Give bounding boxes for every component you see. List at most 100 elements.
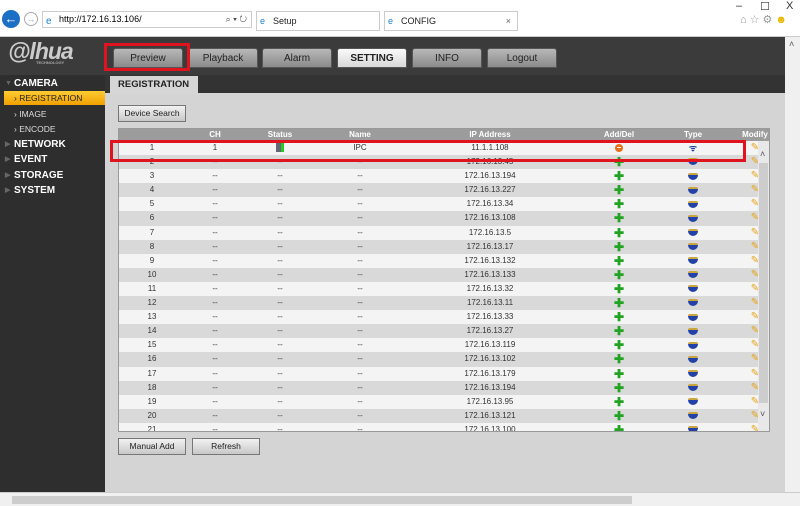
- device-search-button[interactable]: Device Search: [118, 105, 186, 122]
- row-ip: 172.16.13.32: [466, 283, 514, 293]
- close-tab-icon[interactable]: ×: [506, 12, 511, 30]
- add-icon[interactable]: ✚: [614, 310, 624, 324]
- add-icon[interactable]: ✚: [614, 409, 624, 423]
- menu-playback[interactable]: Playback: [188, 48, 258, 68]
- table-body: 1 1 IPC 11.1.1.108 ᯤ ✎ 2 -- -- -- 172.16.13.45 ✚ ✎ 3-…: [119, 141, 769, 432]
- maximize-button[interactable]: ☐: [760, 0, 770, 13]
- row-name: --: [357, 171, 363, 181]
- forward-button[interactable]: →: [24, 12, 38, 26]
- table-row[interactable]: 11 -- -- -- 172.16.13.32 ✚ ✎: [119, 281, 769, 297]
- row-ch: --: [212, 396, 218, 406]
- add-icon[interactable]: ✚: [614, 254, 624, 268]
- table-row[interactable]: 15 -- -- -- 172.16.13.119 ✚ ✎: [119, 338, 769, 353]
- sidebar-event[interactable]: ▶ EVENT: [0, 152, 105, 167]
- scroll-up-icon[interactable]: ˄: [789, 39, 794, 49]
- row-ip: 172.16.13.34: [466, 199, 514, 209]
- menu-setting[interactable]: SETTING: [337, 48, 407, 68]
- row-ch: --: [212, 354, 218, 364]
- tab-config[interactable]: e CONFIG ×: [384, 11, 518, 31]
- row-ip: 172.16.13.179: [464, 368, 516, 378]
- menu-logout[interactable]: Logout: [487, 48, 557, 68]
- row-name: --: [357, 199, 363, 209]
- table-row[interactable]: 8 -- -- -- 172.16.13.17 ✚ ✎: [119, 239, 769, 254]
- table-row[interactable]: 19 -- -- -- 172.16.13.95 ✚ ✎: [119, 394, 769, 409]
- add-icon[interactable]: ✚: [614, 226, 624, 240]
- sidebar-network[interactable]: ▶ NETWORK: [0, 137, 105, 152]
- sidebar-item-encode[interactable]: › ENCODE: [0, 122, 105, 136]
- row-index: 8: [149, 241, 155, 251]
- sidebar-item-image[interactable]: › IMAGE: [0, 107, 105, 121]
- scroll-down-icon[interactable]: ˅: [760, 409, 765, 419]
- close-window-button[interactable]: X: [786, 0, 793, 12]
- add-icon[interactable]: ✚: [614, 367, 624, 381]
- network-device-icon: [688, 200, 698, 208]
- table-scrollbar[interactable]: ˄ ˅: [758, 141, 769, 431]
- menu-info[interactable]: INFO: [412, 48, 482, 68]
- row-ch: --: [212, 424, 218, 432]
- menu-alarm[interactable]: Alarm: [262, 48, 332, 68]
- refresh-button[interactable]: Refresh: [192, 438, 260, 455]
- row-ch: --: [212, 269, 218, 279]
- status-text: --: [277, 241, 283, 251]
- address-bar[interactable]: e http://172.16.13.106/ ⌕ ▾ ↻: [42, 11, 252, 28]
- network-device-icon: [688, 285, 698, 293]
- table-row[interactable]: 14 -- -- -- 172.16.13.27 ✚ ✎: [119, 324, 769, 339]
- status-text: --: [277, 354, 283, 364]
- sidebar-storage[interactable]: ▶ STORAGE: [0, 168, 105, 183]
- table-row[interactable]: 21 -- -- -- 172.16.13.100 ✚ ✎: [119, 422, 769, 432]
- page-scrollbar[interactable]: ˄: [785, 37, 800, 492]
- tab-setup[interactable]: e Setup: [256, 11, 380, 31]
- row-ip: 172.16.13.27: [466, 326, 514, 336]
- add-icon[interactable]: ✚: [614, 169, 624, 183]
- sidebar-label: STORAGE: [14, 170, 64, 181]
- toolbar-icons[interactable]: ⌂☆⚙☻: [740, 13, 790, 26]
- table-row[interactable]: 3 -- -- -- 172.16.13.194 ✚ ✎: [119, 169, 769, 184]
- minimize-button[interactable]: –: [736, 0, 742, 12]
- table-row[interactable]: 5 -- -- -- 172.16.13.34 ✚ ✎: [119, 197, 769, 212]
- table-row[interactable]: 9 -- -- -- 172.16.13.132 ✚ ✎: [119, 253, 769, 268]
- add-icon[interactable]: ✚: [614, 381, 624, 395]
- table-row[interactable]: 10 -- -- -- 172.16.13.133 ✚ ✎: [119, 267, 769, 282]
- horizontal-scrollbar[interactable]: [0, 492, 800, 506]
- add-icon[interactable]: ✚: [614, 338, 624, 352]
- search-icon[interactable]: ⌕ ▾ ↻: [226, 12, 247, 27]
- sidebar-item-registration[interactable]: › REGISTRATION: [4, 91, 106, 105]
- status-text: --: [277, 213, 283, 223]
- table-row[interactable]: 17 -- -- -- 172.16.13.179 ✚ ✎: [119, 366, 769, 381]
- table-row[interactable]: 18 -- -- -- 172.16.13.194 ✚ ✎: [119, 380, 769, 395]
- row-name: --: [357, 227, 363, 237]
- network-device-icon: [688, 355, 698, 363]
- tab-registration[interactable]: REGISTRATION: [110, 76, 198, 94]
- add-icon[interactable]: ✚: [614, 395, 624, 409]
- add-icon[interactable]: ✚: [614, 282, 624, 296]
- network-device-icon: [688, 426, 698, 431]
- highlight-preview: [104, 43, 190, 71]
- add-icon[interactable]: ✚: [614, 240, 624, 254]
- row-index: 14: [147, 326, 157, 336]
- add-icon[interactable]: ✚: [614, 352, 624, 366]
- sidebar-system[interactable]: ▶ SYSTEM: [0, 183, 105, 198]
- add-icon[interactable]: ✚: [614, 423, 624, 431]
- table-row[interactable]: 4 -- -- -- 172.16.13.227 ✚ ✎: [119, 183, 769, 198]
- ie-icon: e: [260, 16, 266, 26]
- add-icon[interactable]: ✚: [614, 183, 624, 197]
- add-icon[interactable]: ✚: [614, 324, 624, 338]
- table-row[interactable]: 7 -- -- -- 172.16.13.5 ✚ ✎: [119, 225, 769, 240]
- scroll-up-icon[interactable]: ˄: [760, 149, 765, 159]
- table-row[interactable]: 16 -- -- -- 172.16.13.102 ✚ ✎: [119, 352, 769, 367]
- manual-add-button[interactable]: Manual Add: [118, 438, 186, 455]
- add-icon[interactable]: ✚: [614, 197, 624, 211]
- network-device-icon: [688, 341, 698, 349]
- add-icon[interactable]: ✚: [614, 296, 624, 310]
- add-icon[interactable]: ✚: [614, 268, 624, 282]
- table-row[interactable]: 6 -- -- -- 172.16.13.108 ✚ ✎: [119, 211, 769, 226]
- table-row[interactable]: 20 -- -- -- 172.16.13.121 ✚ ✎: [119, 408, 769, 423]
- row-ch: --: [212, 199, 218, 209]
- row-name: --: [357, 312, 363, 322]
- add-icon[interactable]: ✚: [614, 211, 624, 225]
- row-index: 16: [147, 354, 157, 364]
- sidebar-camera[interactable]: ▼ CAMERA: [0, 76, 105, 91]
- table-row[interactable]: 12 -- -- -- 172.16.13.11 ✚ ✎: [119, 296, 769, 311]
- table-row[interactable]: 13 -- -- -- 172.16.13.33 ✚ ✎: [119, 310, 769, 325]
- back-button[interactable]: ←: [2, 10, 20, 28]
